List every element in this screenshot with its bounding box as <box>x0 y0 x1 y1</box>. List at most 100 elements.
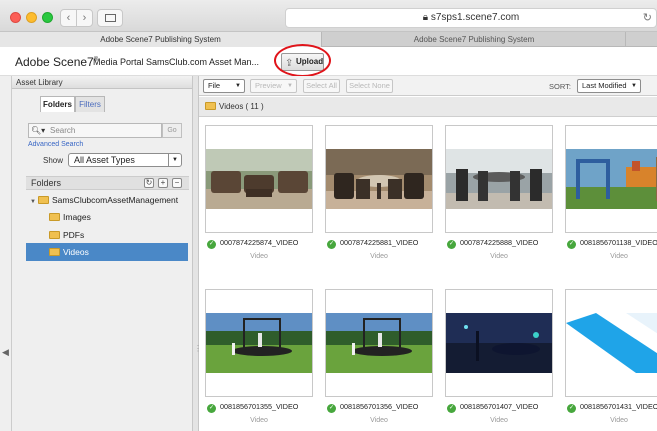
show-label: Show <box>43 156 64 165</box>
asset-card[interactable] <box>325 125 433 233</box>
refresh-icon[interactable]: ↻ <box>144 178 154 188</box>
asset-type-label: Video <box>250 253 268 260</box>
folder-images[interactable]: Images <box>49 209 91 225</box>
panel-collapse-strip[interactable]: ◀ <box>0 76 12 431</box>
file-label: File <box>208 81 221 90</box>
asset-name-text: 0081856701138_VIDEO <box>580 238 657 247</box>
video-thumbnail[interactable] <box>446 149 552 209</box>
chevron-down-icon: ▼ <box>235 83 241 89</box>
video-thumbnail[interactable] <box>206 313 312 373</box>
tab-folders[interactable]: Folders <box>40 96 75 112</box>
folders-title: Folders <box>31 178 62 188</box>
minimize-window-button[interactable] <box>26 12 37 23</box>
browser-tab[interactable]: Adobe Scene7 Publishing System <box>323 32 626 47</box>
status-check-icon: ✓ <box>327 240 336 249</box>
folder-icon <box>49 213 60 221</box>
sidebar-toggle-button[interactable] <box>97 9 123 27</box>
asset-card[interactable] <box>325 289 433 397</box>
remove-folder-icon[interactable]: − <box>172 178 182 188</box>
folder-label: Images <box>63 212 91 222</box>
asset-card[interactable] <box>205 125 313 233</box>
asset-name-text: 0081856701356_VIDEO <box>340 402 419 411</box>
folder-label: PDFs <box>63 230 85 240</box>
select-none-button[interactable]: Select None <box>346 79 393 93</box>
search-placeholder: Search <box>50 126 76 135</box>
browser-titlebar: ‹ › 🔒︎ s7sps1.scene7.com ↻ <box>0 0 657 32</box>
folder-videos-selected[interactable]: Videos <box>26 243 188 261</box>
lock-icon: 🔒︎ <box>422 12 431 23</box>
advanced-search-link[interactable]: Advanced Search <box>28 141 83 148</box>
tab-bar: Adobe Scene7 Publishing System Adobe Sce… <box>0 32 657 47</box>
reload-icon[interactable]: ↻ <box>643 9 652 27</box>
asset-type-value: All Asset Types <box>74 155 135 165</box>
status-check-icon: ✓ <box>207 404 216 413</box>
asset-type-select[interactable]: All Asset Types ▼ <box>68 153 182 167</box>
status-check-icon: ✓ <box>447 404 456 413</box>
asset-name[interactable]: ✓ 0081856701138_VIDEO <box>567 238 657 249</box>
asset-type-label: Video <box>370 417 388 424</box>
sort-select[interactable]: Last Modified ▼ <box>577 79 641 93</box>
file-menu-button[interactable]: File ▼ <box>203 79 245 93</box>
asset-name[interactable]: ✓ 0081856701355_VIDEO <box>207 402 327 413</box>
brand-logo: Adobe Scene7® <box>15 55 98 69</box>
tab-filters[interactable]: Filters <box>75 96 105 112</box>
chevron-down-icon: ▼ <box>287 83 293 89</box>
portal-label: Media Portal <box>93 57 144 67</box>
chevron-left-icon: ‹ <box>66 12 71 24</box>
status-check-icon: ✓ <box>567 240 576 249</box>
back-button[interactable]: ‹ <box>60 9 77 27</box>
address-bar[interactable]: 🔒︎ s7sps1.scene7.com ↻ <box>285 8 657 28</box>
asset-name[interactable]: ✓ 0007874225881_VIDEO <box>327 238 447 249</box>
asset-card[interactable] <box>565 289 657 397</box>
search-input[interactable]: 🔍︎▾ Search <box>28 123 162 138</box>
folder-label: SamsClubcomAssetManagement <box>51 195 179 205</box>
close-window-button[interactable] <box>10 12 21 23</box>
account-selector[interactable]: SamsClub.com Asset Man... <box>146 57 259 67</box>
folder-tree-root[interactable]: ▼ SamsClubcomAssetManagement <box>30 192 178 208</box>
browser-tab-active[interactable]: Adobe Scene7 Publishing System <box>0 32 322 47</box>
folder-path-label: Videos ( 11 ) <box>219 102 264 111</box>
asset-name-text: 0007874225881_VIDEO <box>340 238 419 247</box>
asset-name[interactable]: ✓ 0081856701407_VIDEO <box>447 402 567 413</box>
asset-grid: ✓ 0007874225874_VIDEO Video ✓ 0007874225881_… <box>199 117 657 431</box>
select-all-button[interactable]: Select All <box>303 79 340 93</box>
video-thumbnail[interactable] <box>326 149 432 209</box>
folder-icon <box>205 102 216 110</box>
expand-triangle-icon[interactable]: ▼ <box>30 199 36 205</box>
video-thumbnail[interactable] <box>206 149 312 209</box>
annotation-circle <box>274 44 331 77</box>
folder-label: Videos <box>63 247 89 257</box>
collapse-arrow-icon[interactable]: ◀ <box>2 347 9 358</box>
asset-toolbar: File ▼ Preview ▼ Select All Select None SO… <box>199 76 657 96</box>
add-folder-icon[interactable]: + <box>158 178 168 188</box>
asset-card[interactable] <box>205 289 313 397</box>
chevron-right-icon: › <box>82 12 87 24</box>
video-thumbnail[interactable] <box>566 313 657 373</box>
asset-name[interactable]: ✓ 0081856701431_VIDEO <box>567 402 657 413</box>
asset-type-label: Video <box>490 253 508 260</box>
asset-name[interactable]: ✓ 0081856701356_VIDEO <box>327 402 447 413</box>
brand-name: Adobe Scene7 <box>15 55 94 69</box>
video-thumbnail[interactable] <box>446 313 552 373</box>
folder-icon <box>49 248 60 256</box>
asset-type-label: Video <box>490 417 508 424</box>
go-button[interactable]: Go <box>162 123 182 138</box>
search-icon[interactable]: 🔍︎▾ <box>31 124 45 137</box>
folder-pdfs[interactable]: PDFs <box>49 227 84 243</box>
video-thumbnail[interactable] <box>326 313 432 373</box>
asset-name-text: 0081856701431_VIDEO <box>580 402 657 411</box>
preview-button[interactable]: Preview ▼ <box>250 79 297 93</box>
asset-name[interactable]: ✓ 0007874225874_VIDEO <box>207 238 327 249</box>
asset-card[interactable] <box>445 125 553 233</box>
asset-card[interactable] <box>565 125 657 233</box>
status-check-icon: ✓ <box>207 240 216 249</box>
asset-type-label: Video <box>610 417 628 424</box>
asset-name-text: 0007874225888_VIDEO <box>460 238 539 247</box>
asset-name[interactable]: ✓ 0007874225888_VIDEO <box>447 238 567 249</box>
asset-card[interactable] <box>445 289 553 397</box>
asset-name-text: 0007874225874_VIDEO <box>220 238 299 247</box>
chevron-down-icon: ▼ <box>631 83 637 89</box>
video-thumbnail[interactable] <box>566 149 657 209</box>
zoom-window-button[interactable] <box>42 12 53 23</box>
forward-button[interactable]: › <box>76 9 93 27</box>
